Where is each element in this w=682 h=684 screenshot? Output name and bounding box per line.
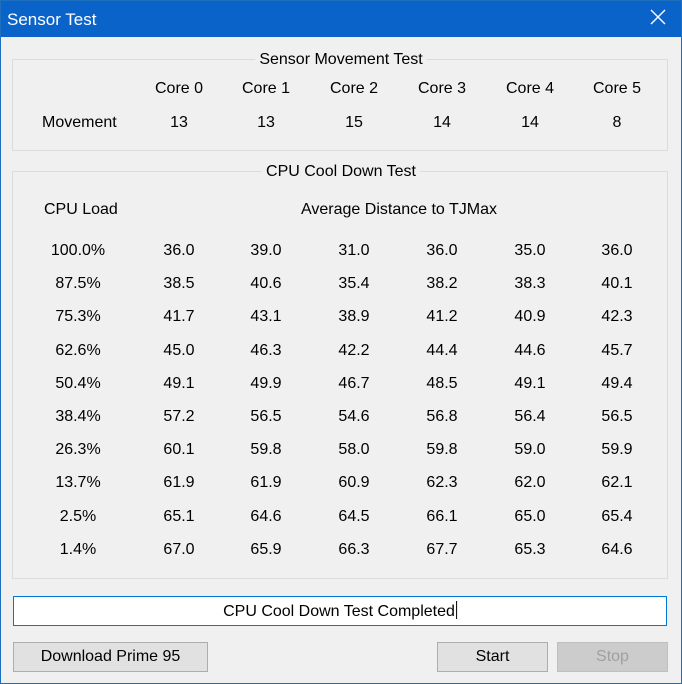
core-header: Core 5 [592, 80, 642, 97]
distance-value: 36.0 [163, 242, 195, 259]
distance-value: 38.9 [338, 308, 370, 326]
core-header: Core 2 [329, 80, 379, 97]
distance-value: 56.8 [426, 408, 458, 425]
cpu-load-value: 87.5% [55, 275, 101, 293]
movement-value: 14 [433, 114, 451, 131]
distance-value: 61.9 [250, 474, 282, 492]
window-title: Sensor Test [7, 10, 97, 29]
movement-row-label: Movement [42, 114, 117, 131]
distance-value: 46.3 [250, 341, 282, 359]
cpu-load-header: CPU Load [44, 201, 118, 218]
distance-value: 54.6 [338, 408, 370, 425]
distance-value: 49.4 [601, 374, 633, 392]
distance-value: 59.8 [426, 441, 458, 459]
distance-value: 35.0 [514, 242, 546, 259]
movement-value: 14 [521, 114, 539, 131]
distance-value: 40.6 [250, 275, 282, 293]
movement-value: 15 [345, 114, 363, 131]
text-caret [455, 601, 457, 619]
distance-value: 62.0 [514, 474, 546, 492]
distance-value: 66.3 [338, 540, 370, 558]
distance-value: 38.2 [426, 275, 458, 293]
cpu-load-value: 1.4% [59, 540, 97, 558]
distance-value: 40.9 [514, 308, 546, 326]
distance-value: 56.5 [601, 408, 633, 425]
distance-value: 49.1 [163, 374, 195, 392]
distance-value: 58.0 [338, 441, 370, 459]
distance-value: 49.9 [250, 374, 282, 392]
status-field[interactable]: CPU Cool Down Test Completed [13, 596, 667, 626]
cpu-load-value: 100.0% [50, 242, 106, 259]
distance-value: 38.3 [514, 275, 546, 293]
distance-value: 65.1 [163, 507, 195, 525]
cpu-load-value: 50.4% [55, 374, 101, 392]
distance-value: 67.0 [163, 540, 195, 558]
stop-button[interactable]: Stop [557, 642, 668, 672]
distance-value: 59.0 [514, 441, 546, 459]
distance-value: 42.3 [601, 308, 633, 326]
cpu-load-value: 62.6% [55, 341, 101, 359]
distance-value: 65.0 [514, 507, 546, 525]
distance-value: 44.4 [426, 341, 458, 359]
distance-value: 46.7 [338, 374, 370, 392]
distance-value: 40.1 [601, 275, 633, 293]
cpu-load-value: 38.4% [55, 408, 101, 425]
distance-value: 42.2 [338, 341, 370, 359]
distance-value: 64.5 [338, 507, 370, 525]
distance-value: 62.1 [601, 474, 633, 492]
distance-value: 56.5 [250, 408, 282, 425]
distance-value: 67.7 [426, 540, 458, 558]
cpu-load-value: 13.7% [55, 474, 101, 492]
distance-value: 62.3 [426, 474, 458, 492]
distance-value: 59.8 [250, 441, 282, 459]
distance-value: 36.0 [601, 242, 633, 259]
core-header: Core 4 [505, 80, 555, 97]
cpu-load-value: 2.5% [59, 507, 97, 525]
distance-value: 38.5 [163, 275, 195, 293]
cpu-load-value: 26.3% [55, 441, 101, 459]
distance-value: 65.3 [514, 540, 546, 558]
movement-value: 13 [170, 114, 188, 131]
distance-value: 66.1 [426, 507, 458, 525]
distance-value: 39.0 [250, 242, 282, 259]
download-prime95-button[interactable]: Download Prime 95 [13, 642, 208, 672]
movement-value: 8 [612, 114, 622, 131]
distance-value: 44.6 [514, 341, 546, 359]
sensor-test-window: Sensor Test Sensor Movement Test Movemen… [0, 0, 682, 684]
distance-value: 49.1 [514, 374, 546, 392]
cpu-cooldown-legend: CPU Cool Down Test [262, 163, 420, 181]
distance-value: 64.6 [250, 507, 282, 525]
core-header: Core 3 [417, 80, 467, 97]
distance-value: 43.1 [250, 308, 282, 326]
distance-value: 41.2 [426, 308, 458, 326]
distance-value: 59.9 [601, 441, 633, 459]
start-button[interactable]: Start [437, 642, 548, 672]
core-header: Core 0 [154, 80, 204, 97]
distance-value: 48.5 [426, 374, 458, 392]
distance-value: 45.7 [601, 341, 633, 359]
distance-value: 57.2 [163, 408, 195, 425]
distance-value: 65.9 [250, 540, 282, 558]
close-button[interactable] [635, 1, 681, 37]
sensor-movement-legend: Sensor Movement Test [255, 51, 427, 69]
distance-value: 35.4 [338, 275, 370, 293]
distance-value: 31.0 [338, 242, 370, 259]
sensor-movement-group [12, 59, 668, 151]
distance-value: 65.4 [601, 507, 633, 525]
distance-value: 41.7 [163, 308, 195, 326]
distance-value: 60.9 [338, 474, 370, 492]
title-bar[interactable]: Sensor Test [1, 1, 681, 37]
movement-value: 13 [257, 114, 275, 131]
distance-header: Average Distance to TJMax [301, 201, 497, 218]
distance-value: 56.4 [514, 408, 546, 425]
distance-value: 45.0 [163, 341, 195, 359]
distance-value: 64.6 [601, 540, 633, 558]
distance-value: 60.1 [163, 441, 195, 459]
core-header: Core 1 [241, 80, 291, 97]
status-text: CPU Cool Down Test Completed [223, 603, 455, 620]
distance-value: 61.9 [163, 474, 195, 492]
distance-value: 36.0 [426, 242, 458, 259]
close-icon [650, 9, 666, 30]
cpu-load-value: 75.3% [55, 308, 101, 326]
